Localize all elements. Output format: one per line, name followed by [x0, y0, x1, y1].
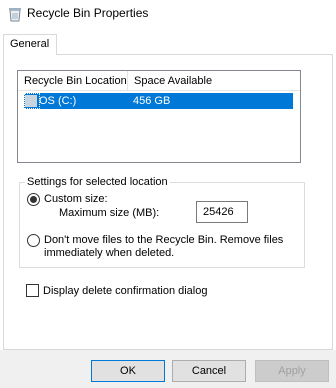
settings-group-label: Settings for selected location — [25, 176, 170, 188]
cancel-button[interactable]: Cancel — [172, 360, 246, 382]
list-item[interactable]: OS (C:) 456 GB — [24, 93, 293, 109]
drive-icon — [25, 95, 37, 107]
title-bar: Recycle Bin Properties — [0, 0, 336, 28]
dont-move-label-line2[interactable]: immediately when deleted. — [44, 247, 174, 259]
column-header-space[interactable]: Space Available — [128, 71, 300, 91]
max-size-input[interactable]: 25426 — [196, 201, 248, 223]
window-title: Recycle Bin Properties — [27, 6, 149, 20]
location-list[interactable]: Recycle Bin Location Space Available OS … — [17, 70, 301, 163]
custom-size-radio[interactable] — [27, 193, 40, 206]
apply-button[interactable]: Apply — [255, 360, 329, 382]
recycle-bin-icon — [9, 8, 21, 22]
confirm-delete-label[interactable]: Display delete confirmation dialog — [43, 285, 207, 297]
location-name: OS (C:) — [39, 95, 77, 107]
space-available: 456 GB — [133, 95, 171, 107]
dont-move-label-line1[interactable]: Don't move files to the Recycle Bin. Rem… — [44, 234, 283, 246]
tab-general[interactable]: General — [3, 34, 57, 55]
custom-size-label[interactable]: Custom size: — [44, 193, 108, 205]
max-size-label: Maximum size (MB): — [59, 207, 160, 219]
list-header: Recycle Bin Location Space Available — [18, 71, 300, 91]
tab-strip: General — [0, 28, 336, 55]
dont-move-radio[interactable] — [27, 234, 40, 247]
confirm-delete-checkbox[interactable] — [26, 284, 39, 297]
column-header-location[interactable]: Recycle Bin Location — [18, 71, 128, 91]
ok-button[interactable]: OK — [91, 360, 165, 382]
